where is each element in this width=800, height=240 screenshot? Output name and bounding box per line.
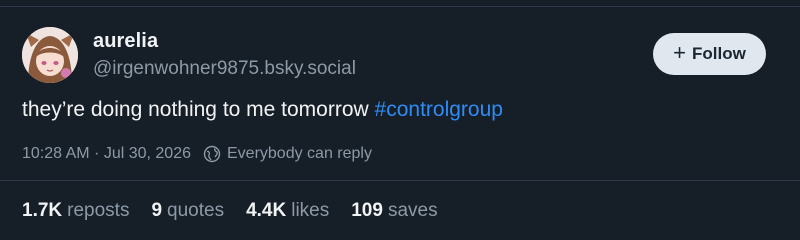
saves-count: 109 <box>351 200 383 221</box>
reposts-count: 1.7K <box>22 200 63 221</box>
reply-setting-label: Everybody can reply <box>227 145 372 162</box>
saves-label: saves <box>387 200 438 221</box>
post-meta: 10:28 AM · Jul 30, 2026 Everybody can re… <box>22 145 372 163</box>
reply-setting[interactable]: Everybody can reply <box>203 145 372 163</box>
quotes-stat[interactable]: 9 quotes <box>151 200 224 222</box>
saves-stat[interactable]: 109 saves <box>351 200 437 222</box>
post-body: they’re doing nothing to me tomorrow <box>22 98 375 121</box>
author-handle[interactable]: @irgenwohner9875.bsky.social <box>93 58 356 80</box>
post-stats: 1.7K reposts 9 quotes 4.4K likes 109 saves <box>22 200 438 222</box>
likes-count: 4.4K <box>246 200 287 221</box>
likes-stat[interactable]: 4.4K likes <box>246 200 329 222</box>
top-divider <box>0 0 800 7</box>
avatar-image <box>22 27 78 83</box>
quotes-label: quotes <box>167 200 225 221</box>
follow-button[interactable]: + Follow <box>653 33 766 75</box>
stats-divider <box>0 180 800 181</box>
globe-icon <box>203 145 221 163</box>
quotes-count: 9 <box>151 200 163 221</box>
likes-label: likes <box>291 200 330 221</box>
reposts-stat[interactable]: 1.7K reposts <box>22 200 129 222</box>
follow-button-label: Follow <box>692 44 746 63</box>
post-text: they’re doing nothing to me tomorrow #co… <box>22 98 503 122</box>
reposts-label: reposts <box>67 200 130 221</box>
author-display-name[interactable]: aurelia <box>93 30 158 53</box>
post-timestamp[interactable]: 10:28 AM · Jul 30, 2026 <box>22 145 191 163</box>
avatar[interactable] <box>22 27 78 83</box>
plus-icon: + <box>673 40 687 65</box>
hashtag-link[interactable]: #controlgroup <box>375 98 503 121</box>
post-card: aurelia @irgenwohner9875.bsky.social + F… <box>0 0 800 240</box>
